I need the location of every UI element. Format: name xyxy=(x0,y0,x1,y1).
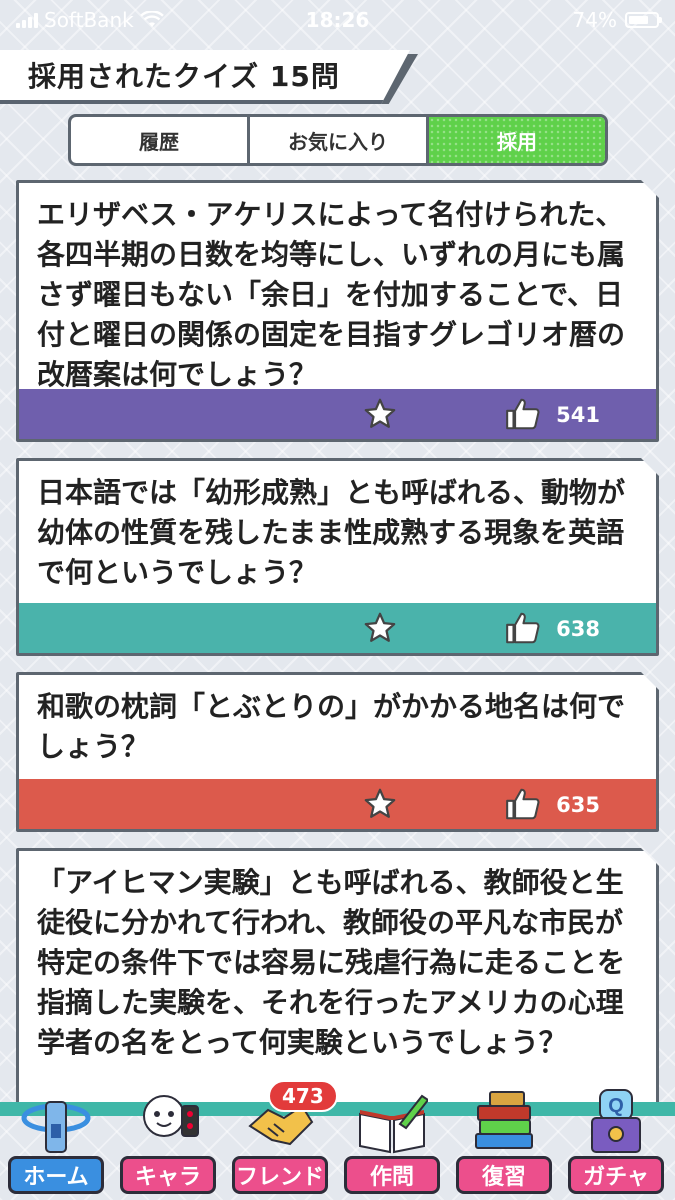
tab-favorites[interactable]: お気に入り xyxy=(250,117,429,163)
quiz-card-footer: 635 xyxy=(19,779,656,829)
nav-friend[interactable]: 473 フレンド xyxy=(230,1080,338,1200)
favorite-star-icon[interactable] xyxy=(362,787,398,821)
quiz-card[interactable]: エリザベス・アケリスによって名付けられた、各四半期の日数を均等にし、いずれの月に… xyxy=(16,180,659,442)
thumbs-up-icon xyxy=(504,395,542,433)
quiz-question: 「アイヒマン実験」とも呼ばれる、教師役と生徒役に分かれて行われ、教師役の平凡な市… xyxy=(37,866,626,1059)
favorite-star-icon[interactable] xyxy=(362,611,398,645)
quiz-question: 日本語では「幼形成熟」とも呼ばれる、動物が幼体の性質を残したまま性成熟する現象を… xyxy=(37,476,626,589)
nav-label: ホーム xyxy=(8,1156,104,1194)
battery-percent: 74% xyxy=(572,8,617,32)
home-tower-icon xyxy=(21,1101,91,1153)
gacha-machine-icon: Q xyxy=(591,1089,641,1153)
like-count: 638 xyxy=(556,617,600,641)
battery-area: 74% xyxy=(572,8,662,32)
quiz-card[interactable]: 和歌の枕詞「とぶとりの」がかかる地名は何でしょう？ 635 xyxy=(16,672,659,832)
quiz-question: エリザベス・アケリスによって名付けられた、各四半期の日数を均等にし、いずれの月に… xyxy=(37,198,626,391)
quiz-card[interactable]: 「アイヒマン実験」とも呼ばれる、教師役と生徒役に分かれて行われ、教師役の平凡な市… xyxy=(16,848,659,1108)
status-bar: SoftBank 18:26 74% xyxy=(0,0,675,40)
nav-character[interactable]: キャラ xyxy=(118,1088,218,1200)
page-title: 採用されたクイズ 15問 xyxy=(28,60,340,93)
nav-review[interactable]: 復習 xyxy=(454,1088,554,1200)
friend-badge: 473 xyxy=(268,1080,338,1112)
battery-icon xyxy=(625,12,662,28)
nav-gacha[interactable]: Q ガチャ xyxy=(566,1088,666,1200)
nav-label: ガチャ xyxy=(568,1156,664,1194)
tab-adopted[interactable]: 採用 xyxy=(429,117,605,163)
quiz-question: 和歌の枕詞「とぶとりの」がかかる地名は何でしょう？ xyxy=(37,690,626,763)
quiz-card-footer: 541 xyxy=(19,389,656,439)
thumbs-up-icon xyxy=(504,609,542,647)
nav-home[interactable]: ホーム xyxy=(6,1088,106,1200)
favorite-star-icon[interactable] xyxy=(362,397,398,431)
books-stack-icon xyxy=(475,1091,533,1149)
nav-create[interactable]: 作問 xyxy=(342,1088,442,1200)
nav-label: 復習 xyxy=(456,1156,552,1194)
tab-history[interactable]: 履歴 xyxy=(71,117,250,163)
character-icon xyxy=(143,1095,199,1137)
nav-label: フレンド xyxy=(232,1156,328,1194)
bottom-nav: ホーム キャラ 473 フレンド 作問 復習 Q ガチャ xyxy=(0,1080,675,1200)
quiz-card-footer: 638 xyxy=(19,603,656,653)
nav-label: 作問 xyxy=(344,1156,440,1194)
tab-group: 履歴 お気に入り 採用 xyxy=(68,114,608,166)
svg-text:Q: Q xyxy=(608,1095,624,1117)
book-pen-icon xyxy=(359,1094,428,1154)
quiz-card[interactable]: 日本語では「幼形成熟」とも呼ばれる、動物が幼体の性質を残したまま性成熟する現象を… xyxy=(16,458,659,656)
nav-label: キャラ xyxy=(120,1156,216,1194)
thumbs-up-icon xyxy=(504,785,542,823)
like-count: 541 xyxy=(556,403,600,427)
like-count: 635 xyxy=(556,793,600,817)
